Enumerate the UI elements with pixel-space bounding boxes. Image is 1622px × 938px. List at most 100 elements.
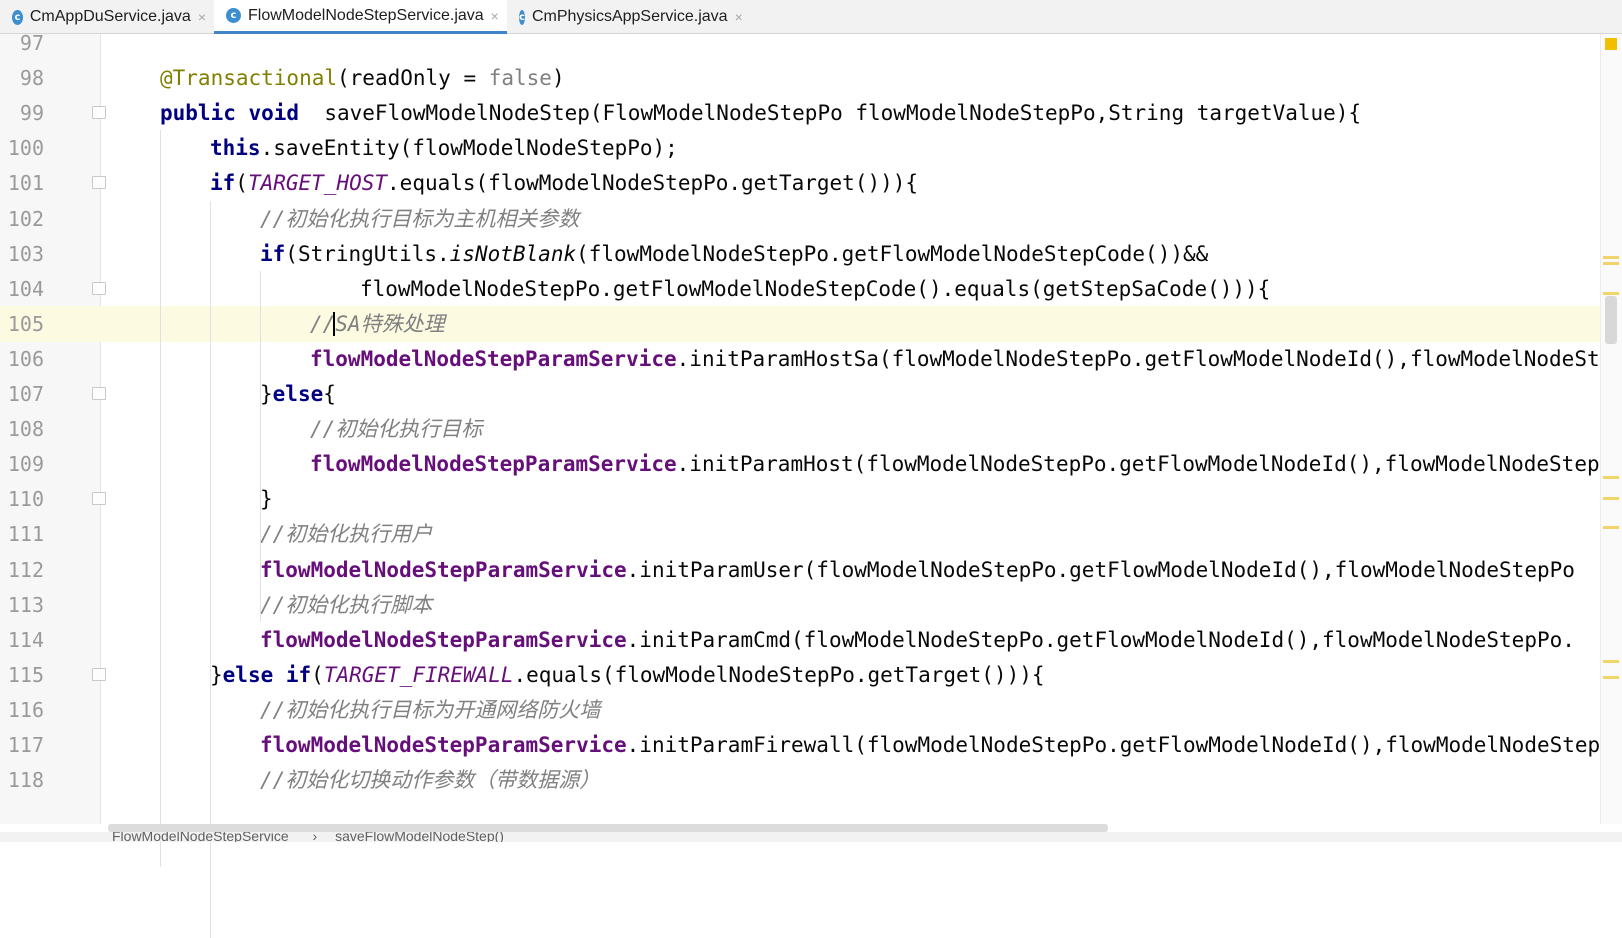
code-line[interactable]: 110} — [0, 481, 1600, 517]
line-number: 104 — [7, 276, 44, 301]
code-line-current[interactable]: 105 //SA特殊处理 — [0, 305, 1600, 342]
code-text[interactable]: @Transactional(readOnly = false) — [160, 60, 565, 96]
fold-marker-icon[interactable] — [92, 667, 106, 681]
line-number: 105 — [7, 311, 44, 336]
warning-marker[interactable] — [1603, 660, 1619, 663]
code-text[interactable]: }else if(TARGET_FIREWALL.equals(flowMode… — [210, 657, 1045, 693]
line-number: 107 — [7, 382, 44, 406]
tab-label: CmPhysicsAppService.java — [531, 8, 728, 25]
code-comment: //初始化执行目标为主机相关参数 — [260, 206, 580, 231]
code-text[interactable]: this.saveEntity(flowModelNodeStepPo); — [210, 130, 678, 166]
vertical-scrollbar-thumb[interactable] — [1605, 296, 1617, 344]
line-number: 114 — [7, 627, 44, 652]
code-text[interactable]: if(TARGET_HOST.equals(flowModelNodeStepP… — [210, 165, 918, 201]
close-icon[interactable]: × — [491, 8, 499, 24]
code-text[interactable]: flowModelNodeStepParamService.initParamC… — [260, 622, 1575, 658]
code-token: false — [488, 66, 552, 91]
code-text[interactable]: flowModelNodeStepParamService.initParamF… — [260, 727, 1622, 763]
code-token: .initParamUser(flowModelNodeStepPo.getFl… — [626, 557, 1575, 582]
code-text[interactable]: //初始化切换动作参数（带数据源） — [260, 762, 600, 798]
code-text[interactable]: //初始化执行目标 — [310, 411, 482, 447]
code-comment: //SA特殊处理 — [310, 311, 445, 336]
code-token: .initParamHostSa(flowModelNodeStepPo.get… — [676, 346, 1622, 371]
code-line[interactable]: 98 @Transactional(readOnly = false) — [0, 60, 1600, 96]
code-line[interactable]: 103 if(StringUtils.isNotBlank(flowModelNo… — [0, 236, 1600, 272]
fold-marker-icon[interactable] — [92, 387, 106, 400]
warning-marker[interactable] — [1603, 676, 1619, 679]
code-text[interactable]: //SA特殊处理 — [310, 306, 445, 342]
code-token: this — [210, 136, 261, 161]
fold-marker-icon[interactable] — [92, 176, 106, 190]
error-stripe[interactable] — [1600, 34, 1622, 824]
warning-marker[interactable] — [1603, 256, 1619, 259]
code-token: (flowModelNodeStepPo.getFlowModelNodeSte… — [576, 241, 1209, 266]
code-line[interactable]: 100 this.saveEntity(flowModelNodeStepPo); — [0, 130, 1600, 166]
warning-marker[interactable] — [1603, 526, 1619, 529]
java-class-icon: c — [12, 9, 23, 25]
code-token: .initParamHost(flowModelNodeStepPo.getFl… — [676, 452, 1622, 477]
line-number: 99 — [19, 101, 44, 126]
code-editor[interactable]: 97 98 @Transactional(readOnly = false) 99 pu… — [0, 31, 1622, 938]
code-line[interactable]: 109 flowModelNodeStepParamService.initPar… — [0, 446, 1622, 482]
code-line[interactable]: 117 flowModelNodeStepParamService.initPar… — [0, 727, 1622, 763]
warning-marker[interactable] — [1603, 262, 1619, 265]
warning-indicator-icon[interactable] — [1605, 38, 1617, 50]
fold-marker-icon[interactable] — [92, 492, 106, 506]
code-text[interactable]: public void saveFlowModelNodeStep(FlowMo… — [160, 95, 1361, 131]
code-line[interactable]: 97 — [0, 25, 1600, 61]
code-token: public void — [160, 101, 300, 126]
code-text[interactable]: flowModelNodeStepParamService.initParamH… — [310, 341, 1622, 377]
fold-marker-icon[interactable] — [92, 106, 106, 120]
code-token: .equals(flowModelNodeStepPo.getTarget())… — [513, 662, 1045, 687]
code-line[interactable]: 104 flowModelNodeStepPo.getFlowModelNodeS… — [0, 271, 1600, 307]
code-token: ) — [551, 66, 565, 91]
code-text[interactable]: //初始化执行目标为主机相关参数 — [260, 201, 579, 237]
code-line[interactable]: 106 flowModelNodeStepParamService.initPar… — [0, 341, 1622, 377]
code-line[interactable]: 116 //初始化执行目标为开通网络防火墙 — [0, 692, 1600, 728]
code-text[interactable]: flowModelNodeStepPo.getFlowModelNodeStep… — [360, 271, 1270, 307]
code-line[interactable]: 107 }else{ — [0, 376, 1600, 412]
code-text[interactable]: flowModelNodeStepParamService.initParamH… — [310, 446, 1622, 482]
code-line[interactable]: 112 flowModelNodeStepParamService.initPar… — [0, 552, 1600, 588]
code-line[interactable]: 108 //初始化执行目标 — [0, 411, 1600, 447]
warning-marker[interactable] — [1603, 292, 1619, 295]
close-icon[interactable]: × — [198, 9, 206, 25]
line-number: 103 — [7, 241, 44, 266]
code-text[interactable]: if(StringUtils.isNotBlank(flowModelNodeS… — [260, 236, 1208, 272]
warning-marker[interactable] — [1603, 476, 1619, 479]
line-number: 112 — [7, 557, 44, 582]
horizontal-scrollbar-thumb[interactable] — [108, 824, 1108, 832]
breadcrumb-class[interactable]: FlowModelNodeStepService — [112, 832, 289, 842]
code-line[interactable]: 99 public void saveFlowModelNodeStep(Flow… — [0, 95, 1600, 131]
breadcrumb: FlowModelNodeStepService › saveFlowModel… — [0, 832, 1622, 842]
code-token: (StringUtils. — [285, 241, 450, 266]
code-line[interactable]: 115}else if(TARGET_FIREWALL.equals(flowM… — [0, 657, 1600, 693]
code-line[interactable]: 113 //初始化执行脚本 — [0, 587, 1600, 623]
line-number: 113 — [7, 592, 44, 617]
code-line[interactable]: 114 flowModelNodeStepParamService.initPar… — [0, 622, 1600, 658]
code-text[interactable]: //初始化执行目标为开通网络防火墙 — [260, 692, 600, 728]
line-number: 108 — [7, 417, 44, 442]
code-text[interactable]: flowModelNodeStepParamService.initParamU… — [260, 552, 1575, 588]
code-line[interactable]: 101 if(TARGET_HOST.equals(flowModelNodeSt… — [0, 165, 1600, 201]
breadcrumb-method[interactable]: saveFlowModelNodeStep() — [335, 832, 504, 842]
code-token: else if — [222, 662, 312, 687]
warning-marker[interactable] — [1603, 497, 1619, 500]
line-number: 110 — [7, 487, 44, 512]
tab-label: CmAppDuService.java — [29, 8, 191, 25]
line-number: 109 — [7, 452, 44, 477]
code-text[interactable]: //初始化执行用户 — [260, 516, 432, 552]
close-icon[interactable]: × — [735, 9, 743, 25]
code-token: .initParamCmd(flowModelNodeStepPo.getFlo… — [626, 627, 1575, 652]
code-text[interactable]: }else{ — [260, 376, 336, 412]
code-line[interactable]: 111 //初始化执行用户 — [0, 516, 1600, 552]
line-number: 117 — [7, 733, 44, 757]
code-line[interactable]: 118 //初始化切换动作参数（带数据源） — [0, 762, 1600, 798]
fold-marker-icon[interactable] — [92, 281, 106, 295]
line-number: 111 — [7, 522, 44, 547]
line-number: 116 — [7, 697, 44, 722]
code-text[interactable]: } — [260, 481, 273, 517]
code-line[interactable]: 102 //初始化执行目标为主机相关参数 — [0, 201, 1600, 237]
code-text[interactable]: //初始化执行脚本 — [260, 587, 432, 623]
line-number: 98 — [19, 66, 44, 91]
